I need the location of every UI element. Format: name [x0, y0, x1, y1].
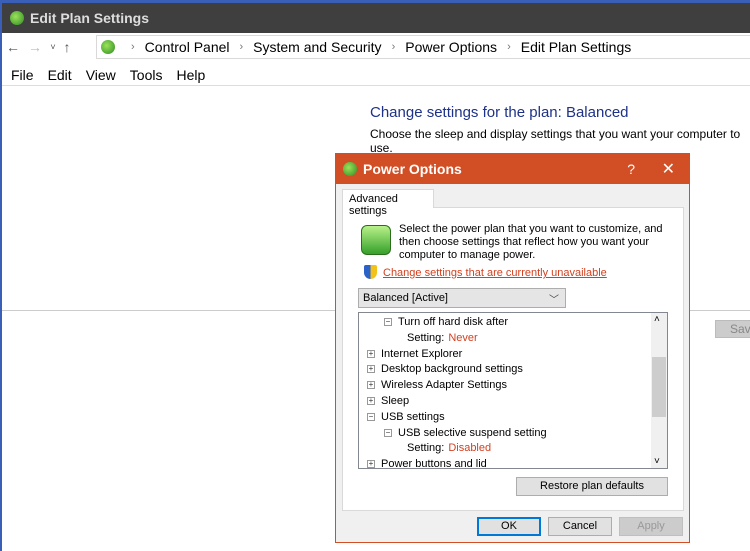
- menu-help[interactable]: Help: [176, 67, 205, 83]
- chevron-down-icon: ﹀: [549, 295, 559, 306]
- collapse-icon[interactable]: −: [384, 318, 392, 326]
- setting-value[interactable]: Disabled: [448, 442, 491, 454]
- apply-button[interactable]: Apply: [619, 517, 683, 536]
- breadcrumb-separator: ›: [391, 41, 396, 53]
- intro-text: Select the power plan that you want to c…: [399, 223, 663, 261]
- page-subtitle: Choose the sleep and display settings th…: [370, 127, 741, 155]
- close-button[interactable]: ✕: [662, 159, 675, 179]
- recent-dropdown-icon[interactable]: ˅: [46, 42, 60, 52]
- tree-item-label: Sleep: [381, 395, 410, 407]
- page-title: Change settings for the plan: Balanced: [370, 104, 629, 121]
- plan-select-value: Balanced [Active]: [363, 292, 448, 304]
- change-unavailable-settings-link[interactable]: Change settings that are currently unava…: [383, 267, 607, 279]
- tree-item-label: Wireless Adapter Settings: [381, 379, 507, 392]
- battery-plug-icon: [361, 225, 391, 255]
- tab-advanced-settings[interactable]: Advanced settings: [342, 189, 434, 217]
- scrollbar[interactable]: ˄ ˅: [651, 313, 667, 468]
- power-options-dialog: Power Options ? ✕ Advanced settings Sele…: [335, 153, 690, 543]
- address-bar: ← → ˅ ↑ › Control Panel › System and Secur…: [2, 34, 750, 60]
- menu-bar: File Edit View Tools Help: [2, 64, 750, 86]
- forward-arrow-icon[interactable]: →: [24, 39, 46, 55]
- tree-item-label: Internet Explorer: [381, 347, 463, 360]
- expand-icon[interactable]: +: [367, 349, 375, 358]
- control-panel-icon: [101, 40, 115, 54]
- save-changes-button[interactable]: Save: [715, 320, 750, 338]
- breadcrumb-power-options[interactable]: Power Options: [405, 39, 497, 55]
- plan-select[interactable]: Balanced [Active] ﹀: [358, 288, 566, 308]
- scrollbar-thumb[interactable]: [652, 357, 666, 417]
- setting-value[interactable]: Never: [448, 332, 477, 344]
- advanced-settings-panel: Select the power plan that you want to c…: [342, 207, 684, 511]
- cancel-button[interactable]: Cancel: [548, 517, 612, 536]
- dialog-title: Power Options: [363, 161, 462, 177]
- menu-tools[interactable]: Tools: [130, 67, 163, 83]
- tree-item-label: Turn off hard disk after: [398, 316, 509, 328]
- breadcrumb-separator: ›: [507, 41, 511, 53]
- settings-tree: + Power buttons and lid Setting: Disabled − U…: [358, 312, 668, 469]
- collapse-icon[interactable]: −: [367, 412, 375, 421]
- tree-item-label: Power buttons and lid: [381, 458, 487, 469]
- breadcrumb-edit-plan[interactable]: Edit Plan Settings: [521, 39, 632, 55]
- collapse-icon[interactable]: −: [384, 428, 392, 437]
- breadcrumb-separator: ›: [131, 41, 135, 53]
- ok-button[interactable]: OK: [477, 517, 541, 536]
- breadcrumb-separator: ›: [239, 41, 244, 53]
- expand-icon[interactable]: +: [367, 365, 375, 374]
- tree-item-label: Setting:: [407, 442, 445, 455]
- power-options-icon: [10, 11, 24, 25]
- uac-shield-icon: [364, 265, 377, 279]
- tree-item[interactable]: − USB selective suspend setting: [384, 425, 547, 441]
- dialog-title-bar: Power Options ? ✕: [336, 154, 689, 184]
- window-title: Edit Plan Settings: [30, 10, 150, 26]
- expand-icon[interactable]: +: [367, 381, 375, 390]
- tree-item[interactable]: + Internet Explorer: [367, 346, 462, 362]
- tree-item[interactable]: + Power buttons and lid: [367, 456, 487, 469]
- tree-item[interactable]: + Sleep: [367, 393, 409, 409]
- tree-item[interactable]: − Turn off hard disk after: [384, 314, 508, 330]
- back-arrow-icon[interactable]: ←: [2, 39, 24, 55]
- scroll-up-icon[interactable]: ˄: [654, 314, 660, 325]
- breadcrumb: › Control Panel › System and Security › Pow…: [96, 35, 750, 59]
- scroll-down-icon[interactable]: ˅: [654, 456, 660, 467]
- tree-item-label: USB selective suspend setting: [398, 426, 547, 439]
- menu-view[interactable]: View: [86, 67, 116, 83]
- up-arrow-icon[interactable]: ↑: [60, 39, 74, 55]
- restore-plan-defaults-button[interactable]: Restore plan defaults: [516, 477, 668, 496]
- menu-edit[interactable]: Edit: [48, 67, 72, 83]
- tree-item[interactable]: Setting: Never: [407, 330, 478, 346]
- tree-item[interactable]: + Wireless Adapter Settings: [367, 377, 507, 393]
- tree-item[interactable]: + Desktop background settings: [367, 361, 523, 377]
- tree-item[interactable]: − USB settings: [367, 409, 445, 425]
- tree-item-label: Setting:: [407, 331, 445, 344]
- breadcrumb-control-panel[interactable]: Control Panel: [145, 39, 230, 55]
- breadcrumb-system-security[interactable]: System and Security: [253, 39, 381, 55]
- tree-item-label: Desktop background settings: [381, 363, 523, 376]
- power-options-icon: [343, 162, 357, 176]
- expand-icon[interactable]: +: [367, 397, 375, 405]
- menu-file[interactable]: File: [11, 67, 34, 83]
- tree-item[interactable]: Setting: Disabled: [407, 440, 491, 456]
- title-bar: Edit Plan Settings: [2, 3, 750, 33]
- expand-icon[interactable]: +: [367, 460, 375, 468]
- tree-item-label: USB settings: [381, 410, 445, 423]
- help-button[interactable]: ?: [627, 161, 635, 177]
